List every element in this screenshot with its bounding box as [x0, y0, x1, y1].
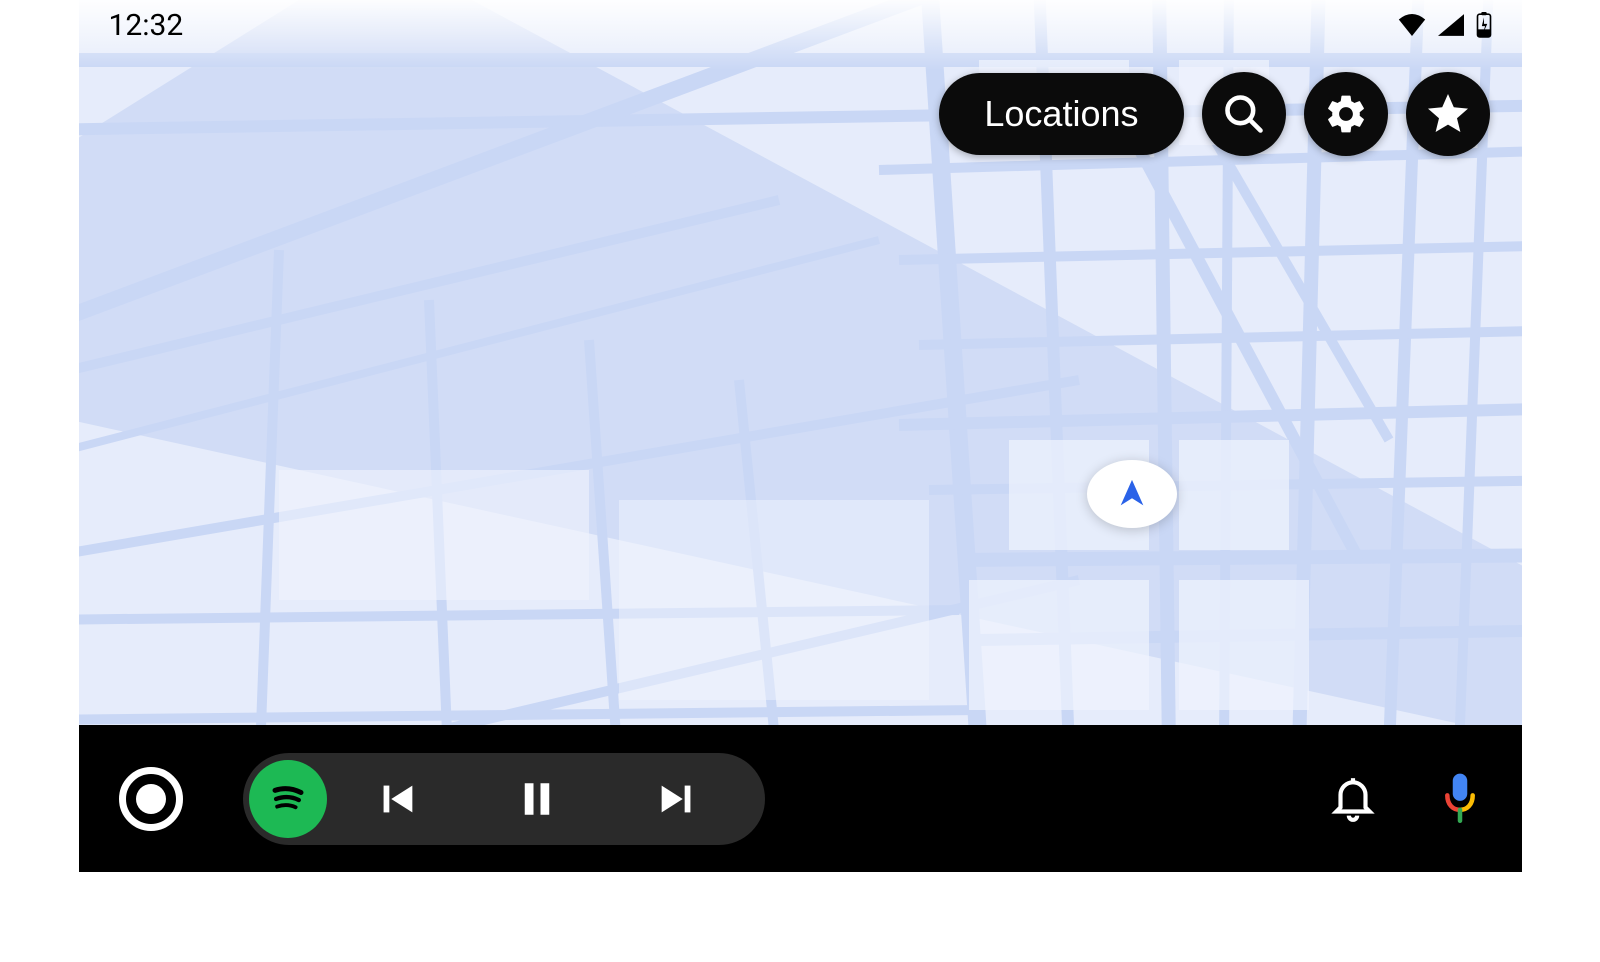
media-controls: [243, 753, 765, 845]
microphone-icon: [1438, 770, 1482, 828]
current-location-marker[interactable]: [1087, 460, 1177, 528]
previous-track-button[interactable]: [327, 753, 467, 845]
bottom-navigation-bar: [79, 725, 1522, 872]
map-controls: Locations: [939, 72, 1489, 156]
spotify-logo-icon: [262, 773, 314, 825]
map-view[interactable]: 12:32 Locations: [79, 0, 1522, 725]
location-arrow-icon: [1115, 477, 1149, 511]
skip-next-icon: [654, 776, 700, 822]
settings-button[interactable]: [1304, 72, 1388, 156]
search-icon: [1222, 92, 1266, 136]
voice-assistant-button[interactable]: [1438, 770, 1482, 828]
notifications-button[interactable]: [1328, 771, 1378, 827]
pause-icon: [516, 776, 558, 822]
locations-button[interactable]: Locations: [939, 73, 1183, 155]
right-controls: [1328, 770, 1482, 828]
spotify-icon[interactable]: [249, 760, 327, 838]
favorites-button[interactable]: [1406, 72, 1490, 156]
skip-previous-icon: [374, 776, 420, 822]
star-icon: [1424, 90, 1472, 138]
gear-icon: [1323, 91, 1369, 137]
home-icon: [136, 784, 166, 814]
next-track-button[interactable]: [607, 753, 747, 845]
bell-icon: [1328, 771, 1378, 827]
play-pause-button[interactable]: [467, 753, 607, 845]
search-button[interactable]: [1202, 72, 1286, 156]
screen-container: 12:32 Locations: [79, 0, 1522, 872]
home-button[interactable]: [119, 767, 183, 831]
